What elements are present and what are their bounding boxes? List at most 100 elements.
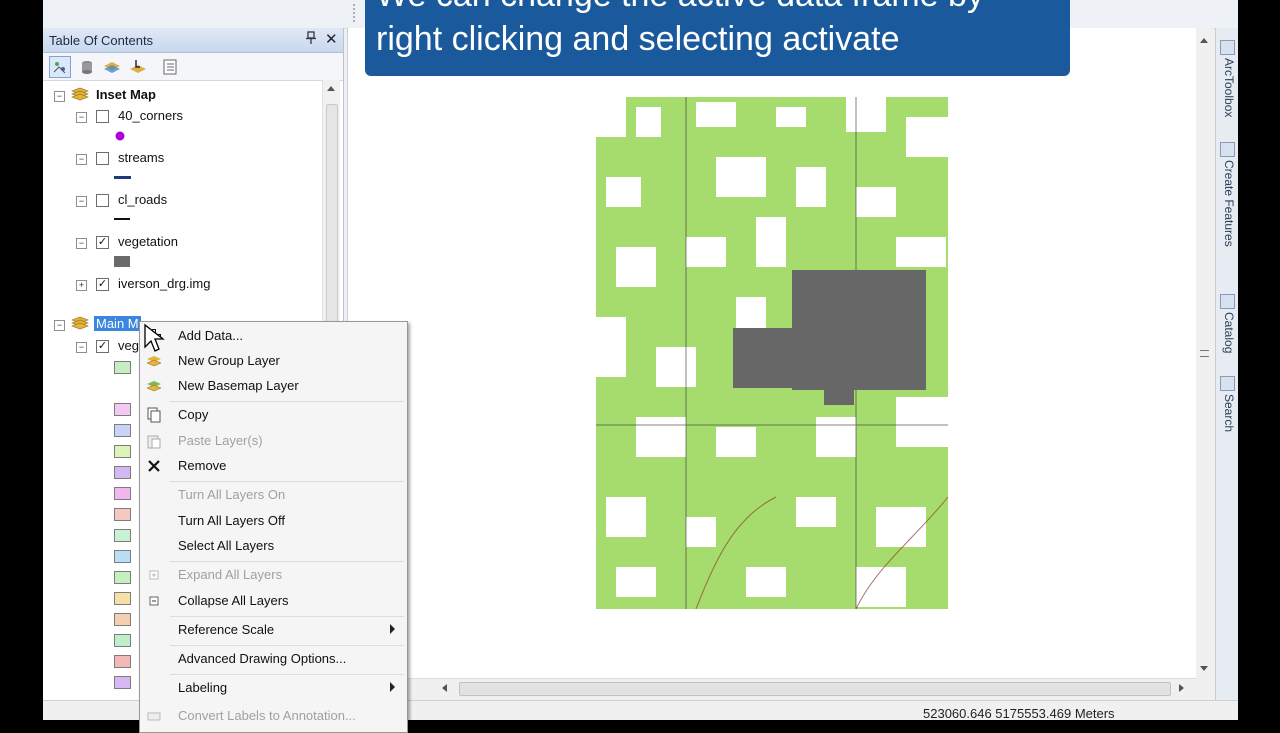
- list-by-source-button[interactable]: [76, 56, 98, 78]
- right-dock: ArcToolbox Create Features Catalog Searc…: [1215, 28, 1238, 700]
- menu-item-label: Expand All Layers: [178, 567, 283, 582]
- main-map-frame[interactable]: Main M: [94, 316, 141, 331]
- menu-item-labeling[interactable]: Labeling: [140, 676, 407, 700]
- menu-item-label: New Group Layer: [178, 353, 280, 368]
- layer-streams[interactable]: streams: [118, 150, 164, 165]
- topographic-map-raster: [596, 97, 948, 609]
- layer-visibility-checkbox[interactable]: [96, 194, 109, 207]
- legend-swatch: [114, 634, 131, 647]
- menu-item-collapse-all-layers[interactable]: Collapse All Layers: [140, 589, 407, 613]
- search-icon: [1220, 376, 1235, 391]
- pin-icon[interactable]: [306, 31, 316, 48]
- toc-scrollbar[interactable]: [322, 80, 340, 330]
- toc-title: Table Of Contents: [49, 33, 154, 48]
- options-button[interactable]: [159, 56, 181, 78]
- map-scroll-thumb[interactable]: [459, 682, 1171, 696]
- menu-item-label: Convert Labels to Annotation...: [178, 708, 356, 723]
- copy-icon: [146, 407, 162, 423]
- submenu-arrow-icon: [390, 624, 395, 634]
- menu-item-new-basemap-layer[interactable]: New Basemap Layer: [140, 374, 407, 398]
- layer-cl-roads[interactable]: cl_roads: [118, 192, 167, 207]
- data-frame-icon: [71, 316, 89, 333]
- toolbar-grip[interactable]: [353, 4, 359, 22]
- paste-icon: [146, 433, 162, 449]
- arctoolbox-tab[interactable]: ArcToolbox: [1219, 58, 1236, 117]
- map-horizontal-scrollbar[interactable]: [347, 678, 1197, 698]
- close-icon[interactable]: ✕: [325, 30, 338, 48]
- vegetation-polygon: [824, 388, 854, 405]
- collapse-icon[interactable]: −: [76, 196, 87, 207]
- legend-swatch: [114, 529, 131, 542]
- menu-separator: [170, 561, 404, 562]
- scroll-left-icon[interactable]: [442, 684, 447, 692]
- layer-visibility-checkbox[interactable]: [96, 152, 109, 165]
- scroll-grip-icon: [1200, 350, 1209, 357]
- tutorial-banner: We can change the active data frame by r…: [365, 0, 1070, 76]
- line-symbol: [114, 218, 130, 220]
- layer-veg[interactable]: veg: [118, 338, 139, 353]
- layer-40-corners[interactable]: 40_corners: [118, 108, 183, 123]
- menu-item-new-group-layer[interactable]: New Group Layer: [140, 349, 407, 373]
- map-vertical-scrollbar[interactable]: [1196, 28, 1213, 678]
- menu-separator: [170, 645, 404, 646]
- basemap-icon: [146, 378, 162, 394]
- coordinate-readout: 523060.646 5175553.469 Meters: [923, 706, 1115, 720]
- menu-item-advanced-drawing-options[interactable]: Advanced Drawing Options...: [140, 647, 407, 671]
- collapse-icon[interactable]: −: [76, 238, 87, 249]
- toc-scroll-thumb[interactable]: [326, 104, 338, 324]
- menu-item-label: Advanced Drawing Options...: [178, 651, 347, 666]
- inset-map-frame[interactable]: Inset Map: [96, 87, 156, 102]
- list-by-selection-button[interactable]: [127, 56, 149, 78]
- collapse-icon[interactable]: −: [54, 320, 65, 331]
- layer-visibility-checkbox[interactable]: [96, 110, 109, 123]
- remove-icon: [146, 458, 162, 474]
- layer-iverson-drg[interactable]: iverson_drg.img: [118, 276, 211, 291]
- scroll-right-icon[interactable]: [1179, 684, 1184, 692]
- menu-item-turn-all-layers-off[interactable]: Turn All Layers Off: [140, 509, 407, 533]
- group-layer-icon: [146, 353, 162, 369]
- menu-item-add-data[interactable]: Add Data...: [140, 324, 407, 348]
- catalog-icon: [1220, 294, 1235, 309]
- search-tab[interactable]: Search: [1219, 394, 1236, 432]
- legend-swatch: [114, 361, 131, 374]
- list-by-drawing-order-button[interactable]: [49, 56, 71, 78]
- collapse-icon[interactable]: −: [76, 154, 87, 165]
- fill-symbol: [114, 256, 130, 267]
- layer-visibility-checkbox[interactable]: ✓: [96, 278, 109, 291]
- menu-item-copy[interactable]: Copy: [140, 403, 407, 427]
- menu-item-paste-layers[interactable]: Paste Layer(s): [140, 429, 407, 453]
- menu-item-select-all-layers[interactable]: Select All Layers: [140, 534, 407, 558]
- menu-item-remove[interactable]: Remove: [140, 454, 407, 478]
- banner-line-2: right clicking and selecting activate: [376, 20, 900, 58]
- collapse-icon[interactable]: −: [76, 342, 87, 353]
- expand-icon[interactable]: +: [76, 280, 87, 291]
- create-features-tab[interactable]: Create Features: [1219, 160, 1236, 247]
- menu-item-expand-all-layers[interactable]: Expand All Layers: [140, 563, 407, 587]
- catalog-tab[interactable]: Catalog: [1219, 312, 1236, 353]
- toc-header: Table Of Contents ✕: [43, 28, 343, 53]
- collapse-icon[interactable]: −: [76, 112, 87, 123]
- menu-item-turn-all-layers-on[interactable]: Turn All Layers On: [140, 483, 407, 507]
- menu-item-reference-scale[interactable]: Reference Scale: [140, 618, 407, 642]
- legend-swatch: [114, 487, 131, 500]
- collapse-icon[interactable]: −: [54, 91, 65, 102]
- layer-visibility-checkbox[interactable]: ✓: [96, 236, 109, 249]
- legend-swatch: [114, 466, 131, 479]
- legend-swatch: [114, 508, 131, 521]
- map-view[interactable]: [347, 28, 1198, 678]
- legend-swatch: [114, 655, 131, 668]
- scroll-down-icon[interactable]: [1200, 666, 1208, 671]
- list-by-visibility-button[interactable]: [101, 56, 123, 78]
- menu-item-label: Reference Scale: [178, 622, 275, 637]
- menu-item-label: Add Data...: [178, 328, 244, 343]
- layer-vegetation[interactable]: vegetation: [118, 234, 178, 249]
- context-menu: Add Data... New Group Layer New Basemap …: [139, 321, 408, 733]
- line-symbol: [114, 176, 131, 179]
- scroll-up-icon[interactable]: [327, 86, 335, 91]
- menu-item-label: Remove: [178, 458, 227, 473]
- banner-line-1: We can change the active data frame by: [376, 0, 984, 15]
- data-frame-icon: [71, 87, 89, 104]
- layer-visibility-checkbox[interactable]: ✓: [96, 340, 109, 353]
- scroll-up-icon[interactable]: [1200, 38, 1208, 43]
- menu-item-convert-labels[interactable]: Convert Labels to Annotation...: [140, 704, 407, 728]
